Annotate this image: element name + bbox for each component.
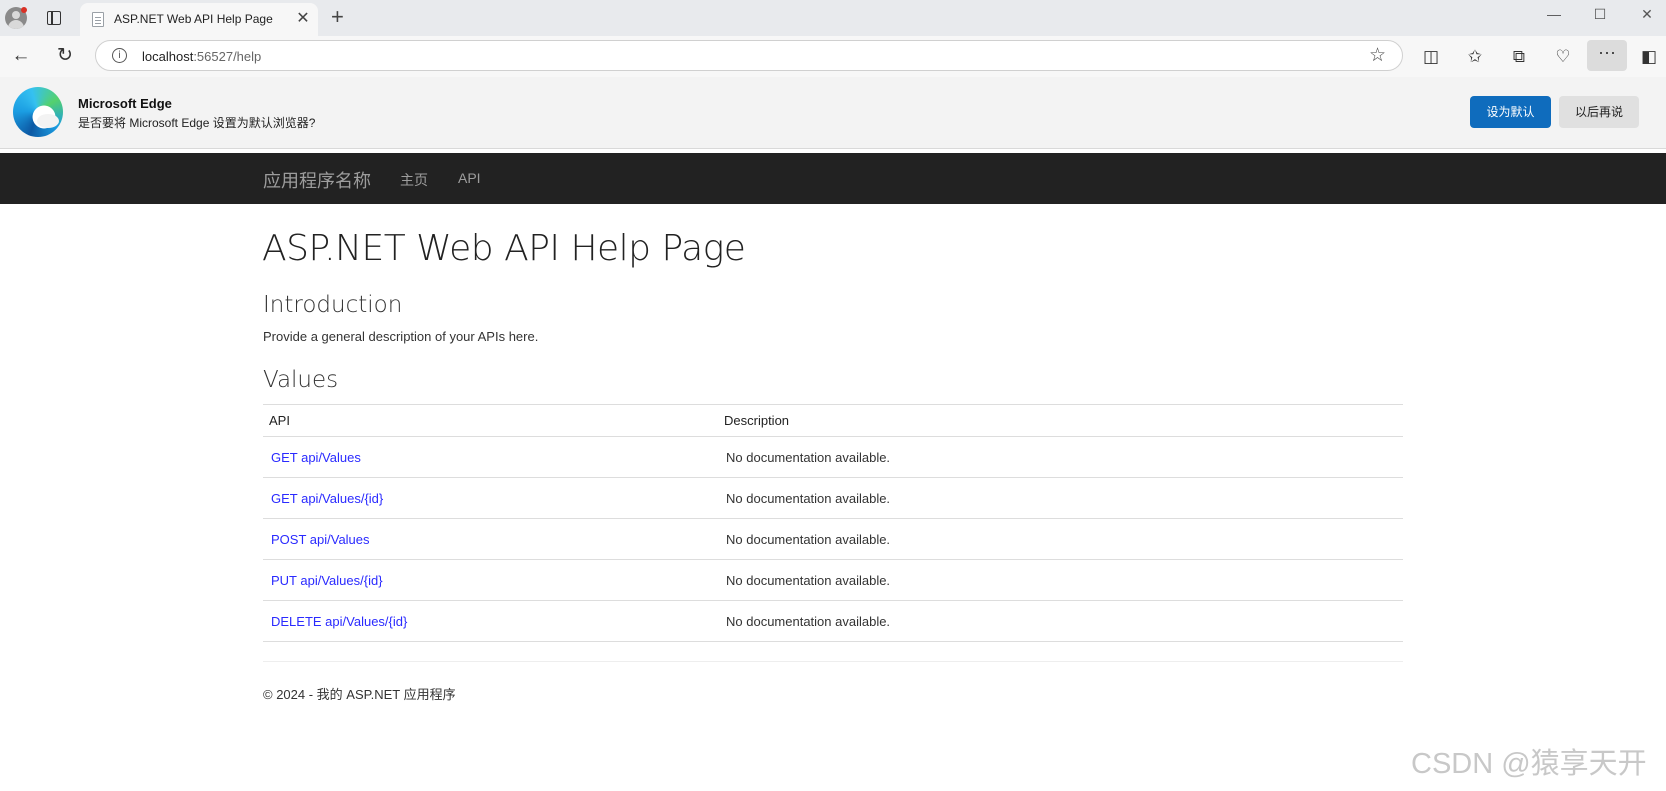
- info-icon[interactable]: i: [112, 48, 127, 63]
- table-row: POST api/Values No documentation availab…: [263, 518, 1403, 560]
- tab-close-icon[interactable]: ✕: [294, 10, 312, 28]
- sidebar-icon[interactable]: ◧: [1636, 44, 1662, 70]
- infobar-message: 是否要将 Microsoft Edge 设置为默认浏览器?: [78, 116, 316, 130]
- url-host: localhost: [142, 49, 194, 64]
- values-heading: Values: [263, 367, 339, 393]
- url-path: :56527/help: [193, 49, 262, 64]
- table-row: GET api/Values No documentation availabl…: [263, 436, 1403, 478]
- description-cell: No documentation available.: [718, 436, 1403, 478]
- table-header-row: API Description: [263, 404, 1403, 437]
- page-title: ASP.NET Web API Help Page: [262, 228, 746, 269]
- api-cell: POST api/Values: [263, 518, 718, 560]
- url-text[interactable]: localhost:56527/help: [142, 49, 261, 64]
- reload-icon[interactable]: ↻: [53, 44, 77, 68]
- column-header-api: API: [263, 404, 718, 437]
- browser-essentials-icon[interactable]: ♡: [1550, 44, 1576, 70]
- site-navbar: 应用程序名称 主页 API: [0, 153, 1666, 204]
- browser-toolbar: ← ↻ i localhost:56527/help ☆ ◫ ✩ ⧉ ♡ ···…: [0, 36, 1666, 77]
- intro-heading: Introduction: [263, 292, 403, 318]
- api-link[interactable]: GET api/Values/{id}: [271, 491, 383, 506]
- table-row: PUT api/Values/{id} No documentation ava…: [263, 559, 1403, 601]
- table-row: GET api/Values/{id} No documentation ava…: [263, 477, 1403, 519]
- minimize-icon[interactable]: —: [1544, 6, 1564, 22]
- browser-tabstrip: ASP.NET Web API Help Page ✕ + — ☐ ✕: [0, 0, 1666, 36]
- api-cell: PUT api/Values/{id}: [263, 559, 718, 601]
- later-button[interactable]: 以后再说: [1559, 96, 1639, 128]
- api-link[interactable]: PUT api/Values/{id}: [271, 573, 383, 588]
- description-cell: No documentation available.: [718, 518, 1403, 560]
- api-cell: DELETE api/Values/{id}: [263, 600, 718, 642]
- intro-text: Provide a general description of your AP…: [263, 329, 539, 344]
- infobar-title: Microsoft Edge: [78, 96, 172, 111]
- tabs-icon[interactable]: [47, 11, 61, 25]
- set-default-button[interactable]: 设为默认: [1470, 96, 1551, 128]
- split-screen-icon[interactable]: ◫: [1418, 44, 1444, 70]
- navbar-brand[interactable]: 应用程序名称: [263, 167, 371, 193]
- default-browser-infobar: Microsoft Edge 是否要将 Microsoft Edge 设置为默认…: [0, 77, 1666, 149]
- watermark: CSDN @猿享天开: [1411, 748, 1647, 780]
- footer-divider: [263, 661, 1403, 662]
- table-row: DELETE api/Values/{id} No documentation …: [263, 600, 1403, 642]
- maximize-icon[interactable]: ☐: [1590, 6, 1610, 23]
- api-cell: GET api/Values: [263, 436, 718, 478]
- api-link[interactable]: POST api/Values: [271, 532, 370, 547]
- column-header-description: Description: [718, 404, 1403, 437]
- profile-notification-dot: [21, 7, 27, 13]
- window-close-icon[interactable]: ✕: [1637, 6, 1657, 23]
- page-favicon-icon: [92, 12, 104, 27]
- tab-title: ASP.NET Web API Help Page: [114, 12, 273, 26]
- nav-link-home[interactable]: 主页: [400, 170, 428, 190]
- browser-tab[interactable]: ASP.NET Web API Help Page ✕: [80, 3, 318, 36]
- description-cell: No documentation available.: [718, 477, 1403, 519]
- collections-icon[interactable]: ⧉: [1506, 44, 1532, 70]
- page-footer: © 2024 - 我的 ASP.NET 应用程序: [263, 687, 456, 702]
- favorites-icon[interactable]: ✩: [1462, 44, 1488, 70]
- description-cell: No documentation available.: [718, 559, 1403, 601]
- new-tab-icon[interactable]: +: [331, 5, 344, 29]
- nav-link-api[interactable]: API: [458, 170, 481, 186]
- edge-logo-icon: [13, 87, 63, 137]
- address-bar[interactable]: i localhost:56527/help ☆: [95, 40, 1403, 71]
- favorite-star-icon[interactable]: ☆: [1369, 44, 1386, 67]
- api-link[interactable]: DELETE api/Values/{id}: [271, 614, 407, 629]
- api-link[interactable]: GET api/Values: [271, 450, 361, 465]
- api-table: API Description GET api/Values No docume…: [263, 404, 1403, 642]
- api-cell: GET api/Values/{id}: [263, 477, 718, 519]
- description-cell: No documentation available.: [718, 600, 1403, 642]
- more-icon[interactable]: ···: [1587, 40, 1627, 71]
- back-icon[interactable]: ←: [9, 44, 33, 68]
